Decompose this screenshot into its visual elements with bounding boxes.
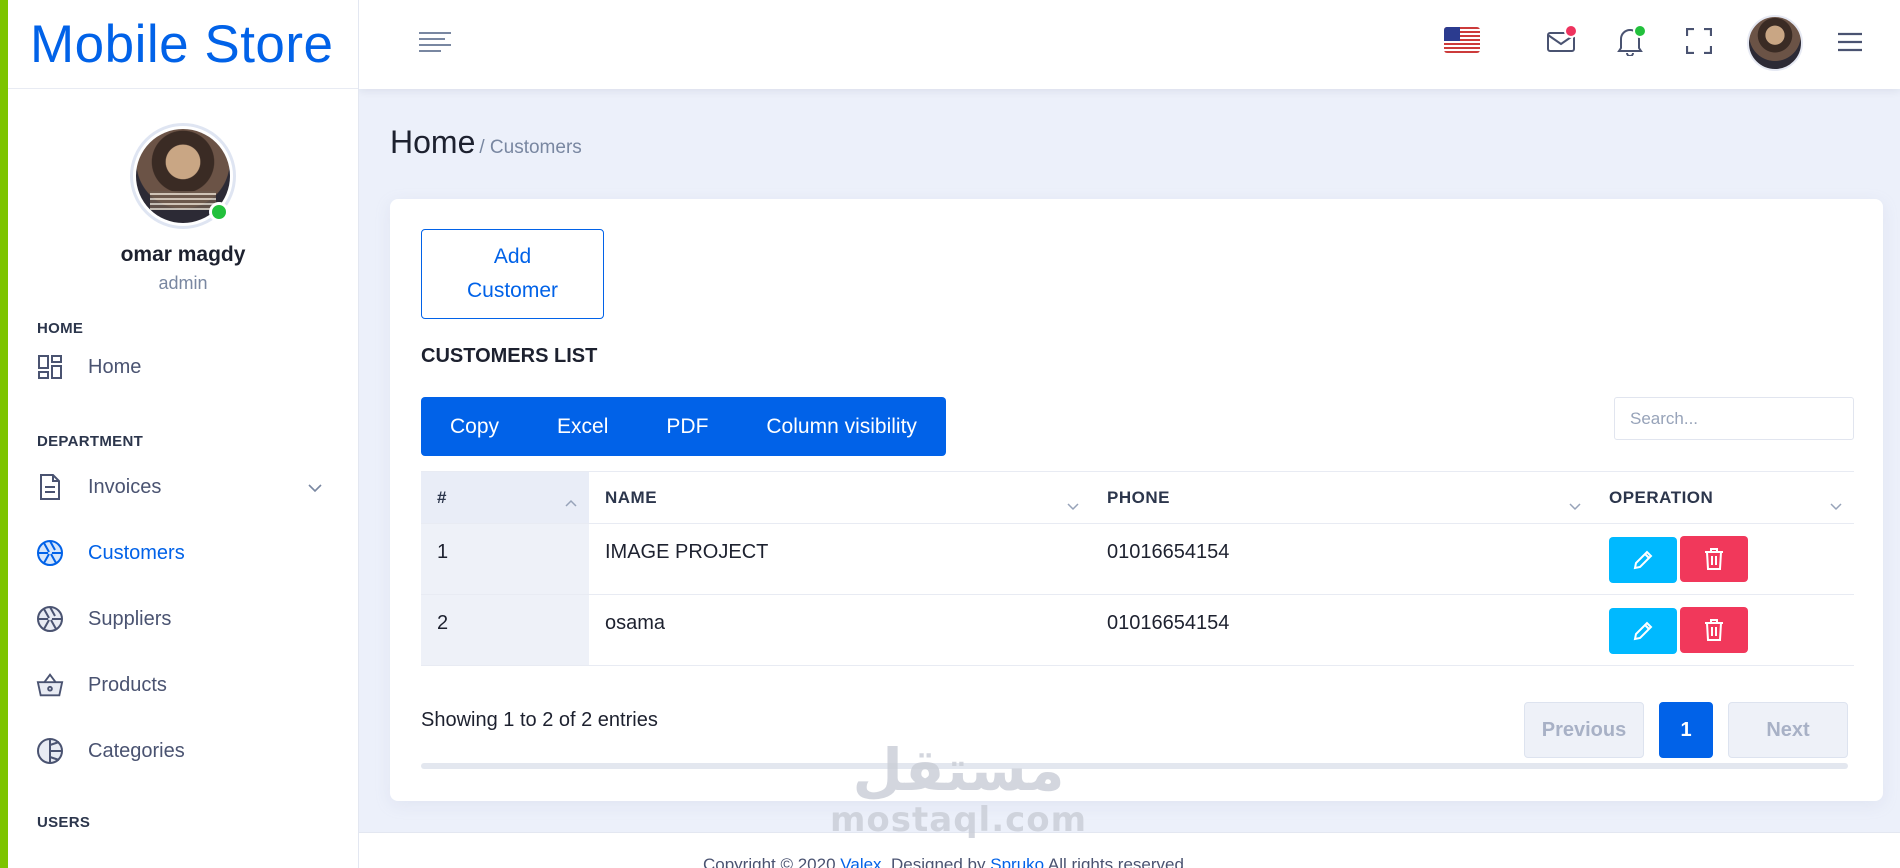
avatar[interactable] <box>1747 15 1803 71</box>
cell-name: IMAGE PROJECT <box>589 523 1091 595</box>
excel-button[interactable]: Excel <box>528 397 637 456</box>
nav-section-users: USERS <box>37 814 91 831</box>
mail-badge <box>1564 24 1578 38</box>
bell-badge <box>1633 24 1647 38</box>
trash-icon <box>1705 548 1723 570</box>
sidebar-item-label: Home <box>88 355 142 378</box>
footer-copyright: Copyright © 2020 Valex. Designed by Spru… <box>703 855 1189 868</box>
sidebar-item-home[interactable]: Home <box>8 337 358 397</box>
sidebar-item-categories[interactable]: Categories <box>8 718 358 784</box>
footer-middle: . Designed by <box>881 855 991 868</box>
table-header-row: # NAME PHONE OPERATION <box>421 471 1854 524</box>
export-button-group: Copy Excel PDF Column visibility <box>421 397 946 456</box>
previous-page-button[interactable]: Previous <box>1524 702 1644 758</box>
cell-operation <box>1593 594 1854 666</box>
us-flag-icon[interactable] <box>1444 27 1480 53</box>
cell-index: 1 <box>421 523 589 595</box>
sidebar-item-invoices[interactable]: Invoices <box>8 454 358 520</box>
column-header-label: OPERATION <box>1609 487 1714 507</box>
sidebar-item-label: Categories <box>88 739 185 762</box>
table-row: 1 IMAGE PROJECT 01016654154 <box>421 523 1854 595</box>
nav-section-department: DEPARTMENT <box>37 433 144 450</box>
hamburger-icon[interactable] <box>419 31 451 58</box>
customers-table: # NAME PHONE OPERATION 1 IMAGE PROJECT 0… <box>421 471 1854 666</box>
search-input[interactable] <box>1614 397 1854 440</box>
sort-desc-icon <box>1569 496 1581 516</box>
pie-icon <box>36 737 64 765</box>
basket-icon <box>36 671 64 699</box>
horizontal-scrollbar[interactable] <box>421 763 1848 769</box>
sidebar-item-label: Customers <box>88 541 185 564</box>
user-profile: omar magdy admin <box>8 89 358 294</box>
profile-name: omar magdy <box>120 243 246 266</box>
online-status-dot <box>209 202 229 222</box>
sort-desc-icon <box>1830 496 1842 516</box>
sidebar-item-customers[interactable]: Customers <box>8 520 358 586</box>
accent-strip <box>0 0 8 868</box>
pencil-icon <box>1633 550 1653 570</box>
column-header-label: # <box>437 487 447 507</box>
sidebar-item-label: Products <box>88 673 167 696</box>
top-header <box>359 0 1900 89</box>
footer-suffix: All rights reserved. <box>1044 855 1189 868</box>
page-1-button[interactable]: 1 <box>1659 702 1713 758</box>
cell-phone: 01016654154 <box>1091 523 1593 595</box>
profile-role: admin <box>158 273 208 293</box>
sidebar-item-label: Suppliers <box>88 607 172 630</box>
column-header-phone[interactable]: PHONE <box>1091 471 1593 524</box>
cell-index: 2 <box>421 594 589 666</box>
sidebar-item-products[interactable]: Products <box>8 652 358 718</box>
pagination: Previous 1 Next <box>1524 702 1848 758</box>
menu-icon[interactable] <box>1837 31 1863 58</box>
aperture-icon <box>36 605 64 633</box>
profile-avatar[interactable] <box>130 123 236 229</box>
breadcrumb: Home / Customers <box>390 124 582 161</box>
column-header-name[interactable]: NAME <box>589 471 1091 524</box>
brand: Mobile Store <box>8 0 358 89</box>
footer-prefix: Copyright © 2020 <box>703 855 841 868</box>
nav-section-home: HOME <box>37 320 84 337</box>
cell-phone: 01016654154 <box>1091 594 1593 666</box>
add-customer-button[interactable]: Add Customer <box>421 229 604 319</box>
pdf-button[interactable]: PDF <box>637 397 737 456</box>
delete-button[interactable] <box>1680 607 1748 653</box>
dashboard-icon <box>36 353 64 381</box>
sidebar-item-suppliers[interactable]: Suppliers <box>8 586 358 652</box>
column-header-label: PHONE <box>1107 487 1170 507</box>
next-page-button[interactable]: Next <box>1728 702 1848 758</box>
document-icon <box>36 473 64 501</box>
pencil-icon <box>1633 621 1653 641</box>
mail-icon[interactable] <box>1544 24 1578 58</box>
fullscreen-icon[interactable] <box>1682 24 1716 58</box>
chevron-down-icon <box>308 480 322 498</box>
brand-logo-text[interactable]: Mobile Store <box>30 14 334 75</box>
bell-icon[interactable] <box>1613 24 1647 58</box>
column-visibility-button[interactable]: Column visibility <box>737 397 946 456</box>
table-row: 2 osama 01016654154 <box>421 594 1854 666</box>
sort-desc-icon <box>1067 496 1079 516</box>
copy-button[interactable]: Copy <box>421 397 528 456</box>
footer-link-valex[interactable]: Valex <box>840 855 881 868</box>
edit-button[interactable] <box>1609 537 1677 583</box>
column-header-label: NAME <box>605 487 658 507</box>
customers-card: Add Customer CUSTOMERS LIST Copy Excel P… <box>390 199 1883 801</box>
edit-button[interactable] <box>1609 608 1677 654</box>
delete-button[interactable] <box>1680 536 1748 582</box>
breadcrumb-current: / Customers <box>479 137 582 158</box>
customers-list-title: CUSTOMERS LIST <box>421 345 598 367</box>
table-info: Showing 1 to 2 of 2 entries <box>421 709 658 731</box>
trash-icon <box>1705 619 1723 641</box>
column-header-index[interactable]: # <box>421 471 589 524</box>
footer: Copyright © 2020 Valex. Designed by Spru… <box>359 832 1900 868</box>
aperture-icon <box>36 539 64 567</box>
sort-asc-icon <box>565 492 577 512</box>
footer-link-spruko[interactable]: Spruko <box>990 855 1044 868</box>
cell-operation <box>1593 523 1854 595</box>
sidebar-item-label: Invoices <box>88 475 162 498</box>
cell-name: osama <box>589 594 1091 666</box>
breadcrumb-home[interactable]: Home <box>390 124 475 161</box>
sidebar: Mobile Store omar magdy admin HOME Home … <box>8 0 359 868</box>
column-header-operation[interactable]: OPERATION <box>1593 471 1854 524</box>
